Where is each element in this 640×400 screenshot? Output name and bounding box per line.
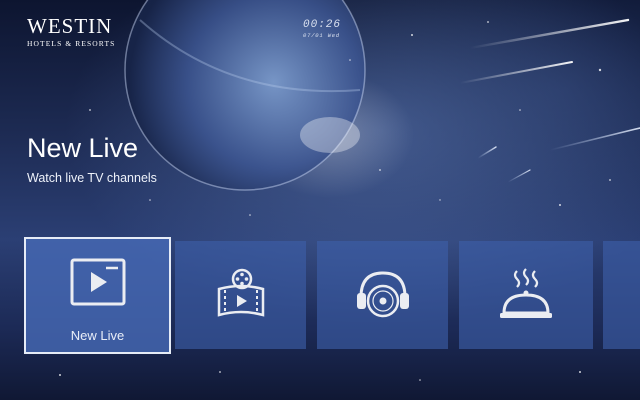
menu-tiles-row: New Live xyxy=(0,0,640,400)
tile-music[interactable] xyxy=(317,241,448,349)
film-reel-icon xyxy=(213,267,269,323)
tile-next-partial[interactable] xyxy=(603,241,640,349)
tv-home-screen: WESTIN HOTELS & RESORTS 00:26 07/01 Wed … xyxy=(0,0,640,400)
tile-dining[interactable] xyxy=(459,241,593,349)
tile-new-live[interactable]: New Live xyxy=(24,237,171,354)
tile-movies[interactable] xyxy=(175,241,306,349)
headphones-music-icon xyxy=(353,267,413,323)
tile-label: New Live xyxy=(70,328,125,343)
tv-play-icon xyxy=(70,258,126,306)
room-service-cloche-icon xyxy=(496,267,556,323)
